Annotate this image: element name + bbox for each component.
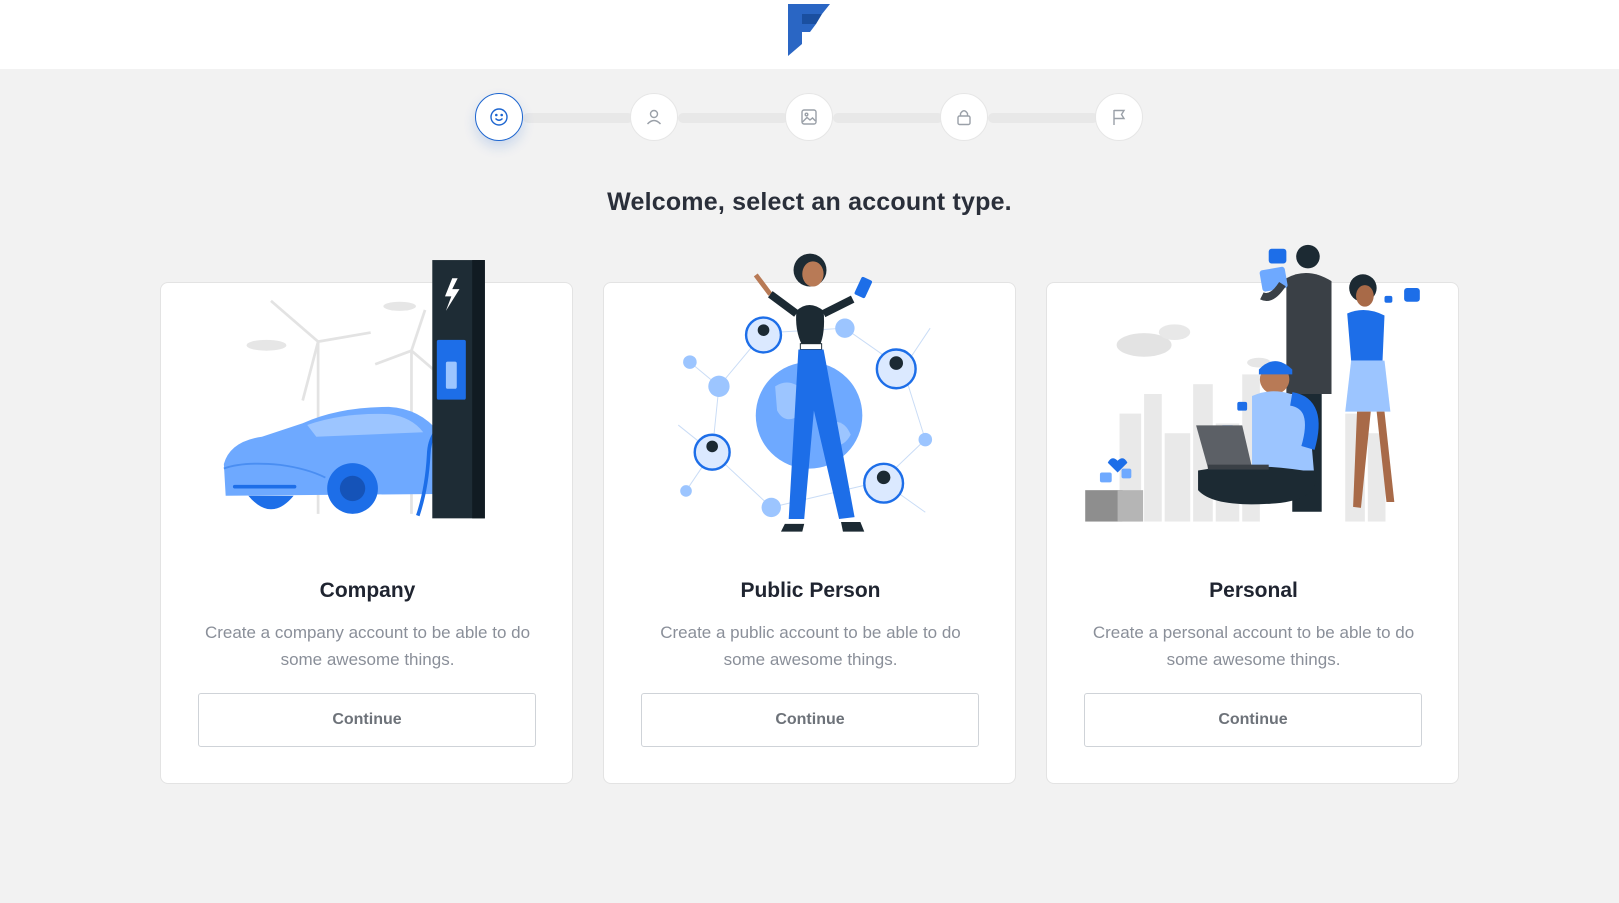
account-card-public-person[interactable]: Public Person Create a public account to… — [603, 253, 1016, 784]
brand-logo-icon[interactable] — [788, 4, 830, 56]
smile-icon — [490, 108, 508, 126]
step-connector — [988, 113, 1098, 123]
top-bar — [0, 0, 1619, 69]
step-connector — [678, 113, 788, 123]
progress-stepper — [475, 93, 1143, 143]
step-security[interactable] — [940, 93, 988, 141]
account-card-company[interactable]: Company Create a company account to be a… — [160, 260, 573, 784]
continue-company-button[interactable]: Continue — [198, 693, 536, 747]
step-finish[interactable] — [1095, 93, 1143, 141]
electric-car-illustration — [223, 260, 485, 519]
step-connector — [833, 113, 943, 123]
continue-public-person-button[interactable]: Continue — [641, 693, 979, 747]
step-account-type[interactable] — [475, 93, 523, 141]
card-title: Public Person — [740, 579, 881, 602]
card-description: Create a company account to be able to d… — [204, 623, 531, 669]
card-description: Create a personal account to be able to … — [1092, 623, 1415, 669]
lock-icon — [957, 110, 971, 126]
user-icon — [646, 109, 662, 125]
image-icon — [801, 109, 817, 125]
step-connector — [523, 113, 633, 123]
account-card-personal[interactable]: Personal Create a personal account to be… — [1046, 244, 1459, 784]
page-title: Welcome, select an account type. — [607, 188, 1012, 216]
step-photo[interactable] — [785, 93, 833, 141]
flag-icon — [1113, 109, 1126, 125]
social-network-illustration — [677, 253, 933, 532]
continue-personal-button[interactable]: Continue — [1084, 693, 1422, 747]
card-description: Create a public account to be able to do… — [660, 623, 961, 669]
step-profile[interactable] — [630, 93, 678, 141]
card-title: Personal — [1209, 579, 1298, 602]
card-title: Company — [319, 579, 416, 602]
friends-devices-illustration — [1085, 244, 1420, 522]
